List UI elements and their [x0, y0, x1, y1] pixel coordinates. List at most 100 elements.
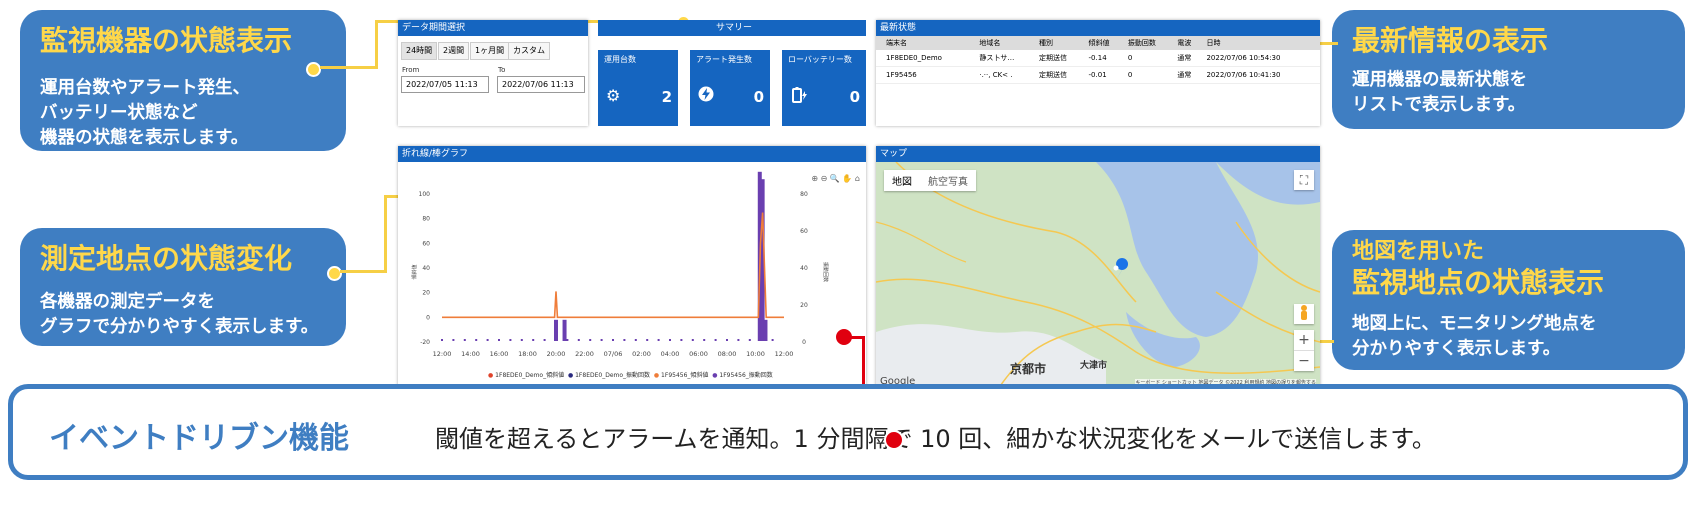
column-header: 地域名 [976, 36, 1037, 50]
callout-description: 運用機器の最新状態を リストで表示します。 [1352, 70, 1527, 115]
callout-map: 地図を用いた 監視地点の状態表示 地図上に、モニタリング地点を 分かりやすく表示… [1332, 230, 1685, 370]
panel-header: データ期間選択 [398, 20, 588, 36]
city-label-kyoto: 京都市 [1010, 362, 1047, 376]
vibration-zero-marker [532, 339, 535, 341]
legend-item: ● 1F8EDE0_Demo_振動回数 [567, 372, 651, 379]
table-row[interactable]: 1F95456 ·.··, CK< . 定期送信 -0.01 0 通常 2022… [876, 66, 1320, 84]
x-tick-label: 16:00 [490, 350, 509, 358]
callout-title-line2: 監視地点の状態表示 [1352, 266, 1605, 299]
graph-panel: 折れ線/棒グラフ ⊕ ⊖ 🔍 ✋ ⌂ 100 80 60 40 20 0 -20 80 60 40… [398, 146, 866, 392]
callout-device-status: 監視機器の状態表示 運用台数やアラート発生、 バッテリー状態など 機器の状態を表… [20, 10, 346, 151]
latest-status-panel: 最新状態 端末名 地域名 種別 傾斜値 振動回数 電波 日時 1F8EDE0_D… [876, 20, 1320, 126]
table-cell: 0 [1124, 50, 1175, 67]
summary-value: 2 [661, 88, 672, 106]
tilt-series-line [442, 212, 784, 319]
vibration-bar [554, 319, 558, 341]
event-title: イベントドリブン機能 [49, 421, 349, 456]
vibration-zero-marker [452, 339, 455, 341]
x-tick-label: 12:00 [775, 350, 794, 358]
x-tick-label: 20:00 [547, 350, 566, 358]
panel-header: 折れ線/棒グラフ [398, 146, 866, 162]
summary-label: 運用台数 [604, 55, 636, 64]
vibration-zero-marker [441, 339, 443, 341]
vibration-zero-marker [498, 339, 500, 341]
pegman-icon[interactable] [1294, 304, 1314, 324]
column-header: 傾斜値 [1085, 36, 1125, 50]
event-driven-banner: イベントドリブン機能 閾値を超えるとアラームを通知。1 分間隔で 10 回、細か… [8, 384, 1688, 480]
table-cell: 2022/07/06 10:41:30 [1203, 66, 1320, 84]
battery-icon [790, 86, 808, 108]
y-left-tick-label: 0 [426, 314, 430, 321]
map-panel: マップ 地図 航空写真 ⛶ 京都市 大津市 Google キーボード ショートカ… [876, 146, 1320, 392]
y-left-axis-label: 傾斜値 [411, 264, 418, 279]
summary-operating-count: 運用台数 ⚙ 2 [598, 50, 678, 126]
table-cell: 1F95456 [876, 66, 977, 84]
callout-graph: 測定地点の状態変化 各機器の測定データを グラフで分かりやすく表示します。 [20, 228, 346, 346]
table-cell: -0.14 [1085, 50, 1125, 67]
y-left-tick-label: 40 [422, 265, 430, 272]
vibration-zero-marker [600, 339, 603, 341]
event-description: 閾値を超えるとアラームを通知。1 分間隔で 10 回、細かな状況変化をメールで送… [435, 425, 1436, 453]
fullscreen-icon[interactable]: ⛶ [1294, 170, 1314, 190]
callout-title: 最新情報の表示 [1352, 24, 1549, 57]
zoom-in-button[interactable]: + [1294, 330, 1314, 351]
from-date-input[interactable]: 2022/07/05 11:13 [401, 76, 489, 93]
data-period-panel: データ期間選択 24時間 2週間 1ヶ月間 カスタム From To 2022/… [398, 20, 588, 126]
table-cell: -0.01 [1085, 66, 1125, 84]
table-row[interactable]: 1F8EDE0_Demo 静ス卜サ… 定期送信 -0.14 0 通常 2022/… [876, 50, 1320, 67]
column-header: 種別 [1036, 36, 1086, 50]
column-header: 電波 [1174, 36, 1204, 50]
zoom-out-button[interactable]: − [1294, 351, 1314, 371]
vibration-zero-marker [566, 339, 569, 341]
y-left-tick-label: -20 [420, 339, 430, 346]
panel-header: サマリー [598, 20, 866, 36]
summary-value: 0 [849, 88, 860, 106]
column-header: 日時 [1203, 36, 1320, 50]
vibration-zero-marker [669, 339, 671, 341]
connector-line [320, 66, 375, 69]
callout-description: 地図上に、モニタリング地点を 分かりやすく表示します。 [1352, 314, 1597, 359]
y-left-tick-label: 60 [422, 240, 430, 247]
vibration-zero-marker [680, 339, 683, 341]
table-cell: 定期送信 [1036, 66, 1086, 84]
alert-line [842, 336, 864, 339]
legend-label: 1F95456_振動回数 [719, 372, 773, 379]
connector-line [340, 270, 386, 273]
x-tick-label: 02:00 [632, 350, 651, 358]
table-cell: 静ス卜サ… [976, 50, 1037, 67]
from-label: From [402, 66, 420, 74]
zoom-control: + − [1294, 330, 1314, 371]
table-cell: 通常 [1174, 66, 1204, 84]
vibration-zero-marker [509, 339, 512, 341]
summary-label: ローバッテリー数 [788, 55, 852, 64]
tab-custom[interactable]: カスタム [508, 42, 550, 60]
table-cell: ·.··, CK< . [976, 66, 1037, 84]
y-right-tick-label: 0 [802, 339, 806, 346]
chart-legend: ● 1F8EDE0_Demo_傾斜値 ● 1F8EDE0_Demo_振動回数 ●… [488, 370, 773, 379]
x-tick-label: 07/06 [604, 350, 623, 358]
tab-24h[interactable]: 24時間 [401, 42, 438, 60]
summary-low-battery-count: ローバッテリー数 0 [782, 50, 866, 126]
x-tick-label: 10:00 [746, 350, 765, 358]
legend-label: 1F8EDE0_Demo_傾斜値 [495, 372, 565, 379]
tab-2weeks[interactable]: 2週間 [438, 42, 470, 60]
map-tab-map[interactable]: 地図 [884, 170, 920, 191]
vibration-zero-marker [646, 339, 649, 341]
vibration-zero-marker [634, 339, 637, 341]
table-cell: 1F8EDE0_Demo [876, 50, 977, 67]
vibration-bar [763, 319, 768, 341]
y-left-tick-label: 100 [419, 191, 431, 198]
to-date-input[interactable]: 2022/07/06 11:13 [497, 76, 585, 93]
y-left-tick-label: 80 [422, 216, 430, 223]
y-right-tick-label: 20 [800, 302, 808, 309]
panel-header: 最新状態 [876, 20, 1320, 36]
vibration-zero-marker [543, 339, 546, 341]
map-tab-satellite[interactable]: 航空写真 [920, 170, 976, 191]
vibration-zero-marker [691, 339, 694, 341]
legend-label: 1F8EDE0_Demo_振動回数 [575, 372, 651, 379]
tab-1month[interactable]: 1ヶ月間 [470, 42, 510, 60]
summary-value: 0 [753, 88, 764, 106]
summary-panel: サマリー 運用台数 ⚙ 2 アラート発生数 0 ローバッテリー数 0 [598, 20, 866, 126]
city-label-otsu: 大津市 [1080, 361, 1108, 371]
vibration-zero-marker [714, 339, 717, 341]
